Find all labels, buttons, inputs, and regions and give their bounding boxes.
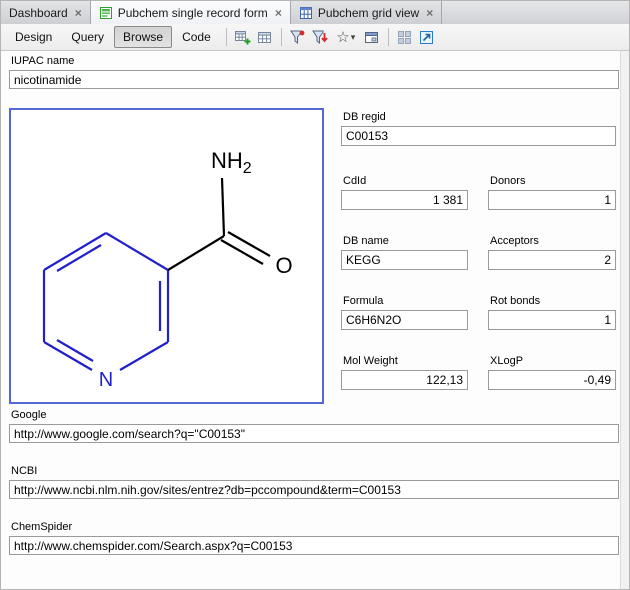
rot-bonds-field: Rot bonds <box>488 295 616 330</box>
xlogp-input[interactable] <box>488 370 616 390</box>
code-button[interactable]: Code <box>173 26 220 48</box>
record-form: IUPAC name N <box>1 51 629 589</box>
carbonyl-oxygen-label: O <box>275 253 292 278</box>
acceptors-label: Acceptors <box>490 235 616 247</box>
tab-label: Dashboard <box>9 6 68 20</box>
google-url-input[interactable] <box>9 424 619 443</box>
chemspider-url-input[interactable] <box>9 536 619 555</box>
toolbar-separator <box>388 28 389 46</box>
window-icon <box>363 29 380 46</box>
dropdown-caret-icon: ▾ <box>351 32 356 43</box>
vertical-scrollbar[interactable] <box>620 51 629 589</box>
acceptors-field: Acceptors <box>488 235 616 270</box>
iupac-name-label: IUPAC name <box>11 55 619 67</box>
filter-arrow-button[interactable] <box>309 26 331 48</box>
google-label: Google <box>11 409 619 421</box>
editor-tab-bar: Dashboard × Pubchem single record form × <box>1 1 629 25</box>
donors-label: Donors <box>490 175 616 187</box>
ncbi-url-input[interactable] <box>9 480 619 499</box>
cdid-label: CdId <box>343 175 468 187</box>
db-name-input[interactable] <box>341 250 468 270</box>
molecule-structure: N NH2 O <box>11 110 322 402</box>
open-external-icon <box>418 29 435 46</box>
tab-pubchem-single-record-form[interactable]: Pubchem single record form × <box>91 1 291 24</box>
google-field: Google <box>9 409 619 443</box>
add-filter-icon <box>289 29 306 46</box>
new-table-button[interactable] <box>232 26 254 48</box>
chemspider-field: ChemSpider <box>9 521 619 555</box>
grid-disabled-icon <box>396 29 413 46</box>
query-button[interactable]: Query <box>62 26 113 48</box>
application-window: Dashboard × Pubchem single record form × <box>0 0 630 590</box>
db-regid-input[interactable] <box>341 126 616 146</box>
ring-nitrogen-label: N <box>99 369 113 391</box>
amide-nh2-label: NH2 <box>211 148 252 177</box>
table-icon <box>256 29 273 46</box>
favorites-button[interactable]: ☆ ▾ <box>331 26 361 48</box>
mol-weight-label: Mol Weight <box>343 355 468 367</box>
favorites-star-icon: ☆ <box>336 30 349 45</box>
add-filter-button[interactable] <box>287 26 309 48</box>
toolbar-separator <box>281 28 282 46</box>
grid-view-icon <box>299 6 313 20</box>
tab-label: Pubchem single record form <box>118 6 268 20</box>
tab-dashboard[interactable]: Dashboard × <box>1 1 91 24</box>
form-view-icon <box>99 6 113 20</box>
db-regid-field: DB regid <box>341 111 616 146</box>
rot-bonds-label: Rot bonds <box>490 295 616 307</box>
toolbar-separator <box>226 28 227 46</box>
mol-weight-field: Mol Weight <box>341 355 468 390</box>
table-button[interactable] <box>254 26 276 48</box>
db-name-field: DB name <box>341 235 468 270</box>
db-regid-label: DB regid <box>343 111 616 123</box>
donors-input[interactable] <box>488 190 616 210</box>
ncbi-field: NCBI <box>9 465 619 499</box>
acceptors-input[interactable] <box>488 250 616 270</box>
design-button[interactable]: Design <box>6 26 61 48</box>
window-button[interactable] <box>361 26 383 48</box>
iupac-name-field: IUPAC name <box>9 55 619 89</box>
browse-button[interactable]: Browse <box>114 26 172 48</box>
form-toolbar: Design Query Browse Code <box>1 24 629 51</box>
new-table-icon <box>234 29 251 46</box>
cdid-field: CdId <box>341 175 468 210</box>
grid-view-button[interactable] <box>394 26 416 48</box>
formula-label: Formula <box>343 295 468 307</box>
structure-viewer[interactable]: N NH2 O <box>9 108 324 404</box>
tab-pubchem-grid-view[interactable]: Pubchem grid view × <box>291 1 442 24</box>
cdid-input[interactable] <box>341 190 468 210</box>
xlogp-label: XLogP <box>490 355 616 367</box>
db-name-label: DB name <box>343 235 468 247</box>
xlogp-field: XLogP <box>488 355 616 390</box>
tab-close-icon[interactable]: × <box>75 7 82 19</box>
formula-input[interactable] <box>341 310 468 330</box>
tab-close-icon[interactable]: × <box>426 7 433 19</box>
rot-bonds-input[interactable] <box>488 310 616 330</box>
open-external-button[interactable] <box>416 26 438 48</box>
tab-label: Pubchem grid view <box>318 6 419 20</box>
tab-close-icon[interactable]: × <box>275 7 282 19</box>
formula-field: Formula <box>341 295 468 330</box>
mol-weight-input[interactable] <box>341 370 468 390</box>
donors-field: Donors <box>488 175 616 210</box>
ncbi-label: NCBI <box>11 465 619 477</box>
chemspider-label: ChemSpider <box>11 521 619 533</box>
filter-arrow-icon <box>311 29 328 46</box>
iupac-name-input[interactable] <box>9 70 619 89</box>
